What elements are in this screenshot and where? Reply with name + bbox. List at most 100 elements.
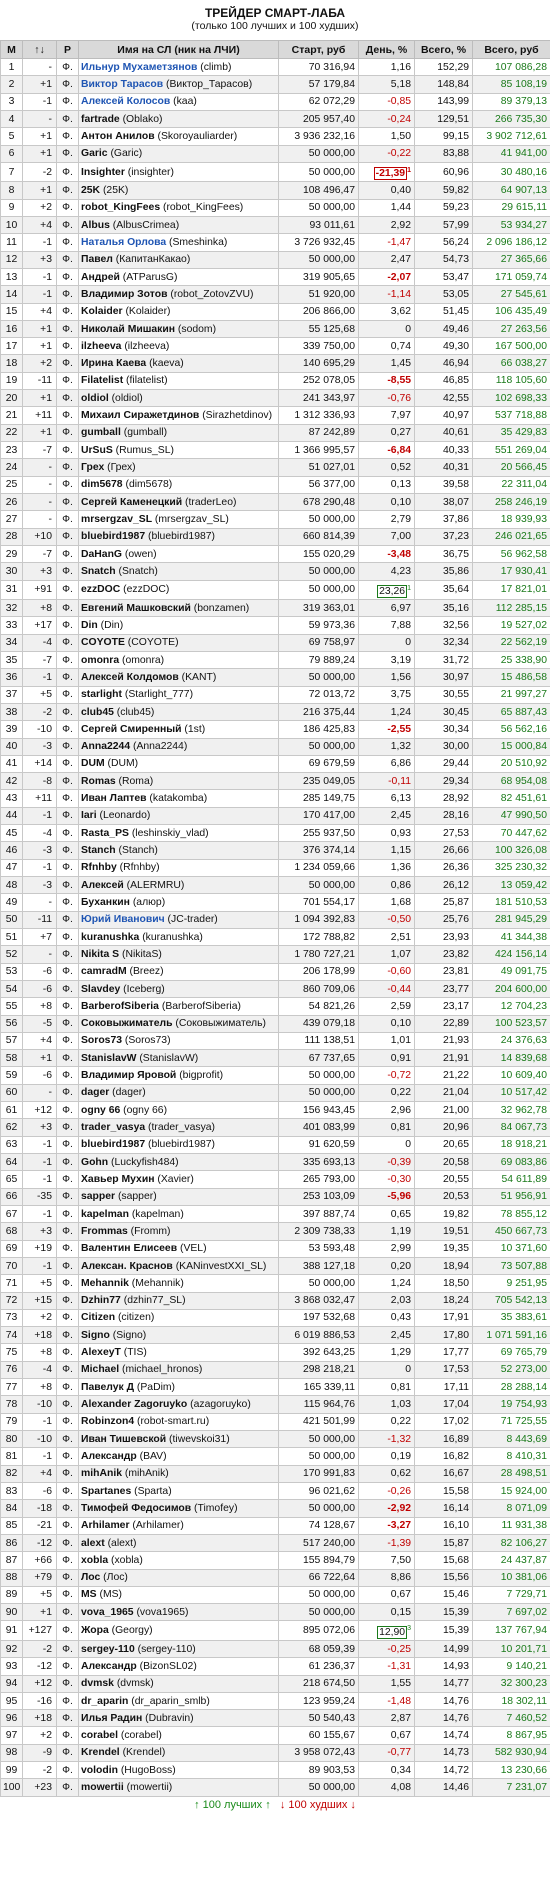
- trader-name-link[interactable]: Frommas: [81, 1226, 128, 1237]
- trader-name-link[interactable]: Евгений Машковский: [81, 603, 191, 614]
- trader-name-link[interactable]: xobla: [81, 1555, 108, 1566]
- trader-name-link[interactable]: Валентин Елисеев: [81, 1243, 177, 1254]
- trader-name-link[interactable]: Павелук Д: [81, 1382, 134, 1393]
- trader-name-link[interactable]: Андрей: [81, 272, 120, 283]
- trader-name-link[interactable]: Лос: [81, 1572, 100, 1583]
- trader-name-link[interactable]: Буханкин: [81, 897, 130, 908]
- trader-name-link[interactable]: Filatelist: [81, 375, 123, 386]
- col-header-start[interactable]: Старт, руб: [278, 40, 359, 59]
- trader-name-link[interactable]: Garic: [81, 148, 108, 159]
- trader-name-link[interactable]: Arhilamer: [81, 1520, 130, 1531]
- trader-name-link[interactable]: bluebird1987: [81, 1139, 145, 1150]
- trader-name-link[interactable]: fartrade: [81, 114, 120, 125]
- trader-name-link[interactable]: Soros73: [81, 1035, 122, 1046]
- trader-name-link[interactable]: Алексей Колдомов: [81, 672, 179, 683]
- trader-name-link[interactable]: Ильнур Мухаметзянов: [81, 62, 197, 73]
- trader-name-link[interactable]: mihAnik: [81, 1468, 122, 1479]
- trader-name-link[interactable]: Citizen: [81, 1312, 115, 1323]
- trader-name-link[interactable]: Владимир Зотов: [81, 289, 167, 300]
- trader-name-link[interactable]: Михаил Сиражетдинов: [81, 410, 199, 421]
- trader-name-link[interactable]: Spartanes: [81, 1486, 131, 1497]
- trader-name-link[interactable]: robot_KingFees: [81, 202, 160, 213]
- trader-name-link[interactable]: Romas: [81, 776, 116, 787]
- trader-name-link[interactable]: Грех: [81, 462, 104, 473]
- col-header-change[interactable]: ↑↓: [22, 40, 57, 59]
- trader-name-link[interactable]: alext: [81, 1538, 105, 1549]
- trader-name-link[interactable]: BarberofSiberia: [81, 1001, 159, 1012]
- trader-name-link[interactable]: ogny 66: [81, 1105, 120, 1116]
- trader-name-link[interactable]: ilzheeva: [81, 341, 121, 352]
- trader-name-link[interactable]: starlight: [81, 689, 122, 700]
- trader-name-link[interactable]: club45: [81, 707, 114, 718]
- trader-name-link[interactable]: Наталья Орлова: [81, 237, 166, 248]
- footer-top-link[interactable]: ↑ 100 лучших ↑: [194, 1799, 271, 1811]
- trader-name-link[interactable]: volodin: [81, 1765, 118, 1776]
- trader-name-link[interactable]: Stanch: [81, 845, 116, 856]
- trader-name-link[interactable]: ezzDOC: [81, 584, 120, 595]
- trader-name-link[interactable]: Александр: [81, 1451, 137, 1462]
- trader-name-link[interactable]: Илья Радин: [81, 1713, 142, 1724]
- trader-name-link[interactable]: sapper: [81, 1191, 115, 1202]
- trader-name-link[interactable]: Mehannik: [81, 1278, 129, 1289]
- trader-name-link[interactable]: MS: [81, 1589, 97, 1600]
- trader-name-link[interactable]: Nikita S: [81, 949, 119, 960]
- trader-name-link[interactable]: Signo: [81, 1330, 110, 1341]
- trader-name-link[interactable]: Владимир Яровой: [81, 1070, 176, 1081]
- trader-name-link[interactable]: gumball: [81, 427, 121, 438]
- trader-name-link[interactable]: oldiol: [81, 393, 109, 404]
- trader-name-link[interactable]: mrsergzav_SL: [81, 514, 152, 525]
- trader-name-link[interactable]: trader_vasya: [81, 1122, 145, 1133]
- col-header-p[interactable]: Р: [56, 40, 79, 59]
- trader-name-link[interactable]: Иван Тишевской: [81, 1434, 166, 1445]
- trader-name-link[interactable]: DaHanG: [81, 549, 122, 560]
- col-header-total-pct[interactable]: Всего, %: [414, 40, 473, 59]
- trader-name-link[interactable]: Жора: [81, 1625, 109, 1636]
- trader-name-link[interactable]: 25K: [81, 185, 100, 196]
- col-header-day[interactable]: День, %: [358, 40, 415, 59]
- trader-name-link[interactable]: sergey-110: [81, 1644, 135, 1655]
- trader-name-link[interactable]: Виктор Тарасов: [81, 79, 163, 90]
- trader-name-link[interactable]: dvmsk: [81, 1678, 114, 1689]
- trader-name-link[interactable]: COYOTE: [81, 637, 125, 648]
- trader-name-link[interactable]: dr_aparin: [81, 1696, 128, 1707]
- trader-name-link[interactable]: vova_1965: [81, 1607, 134, 1618]
- trader-name-link[interactable]: Anna2244: [81, 741, 130, 752]
- trader-name-link[interactable]: Иван Лаптев: [81, 793, 147, 804]
- col-header-name[interactable]: Имя на СЛ (ник на ЛЧИ): [78, 40, 279, 59]
- trader-name-link[interactable]: Robinzon4: [81, 1416, 134, 1427]
- footer-bottom-link[interactable]: ↓ 100 худших ↓: [280, 1799, 356, 1811]
- trader-name-link[interactable]: Алексей Колосов: [81, 96, 170, 107]
- trader-name-link[interactable]: Gohn: [81, 1157, 108, 1168]
- trader-name-link[interactable]: Павел: [81, 254, 113, 265]
- col-header-total-rub[interactable]: Всего, руб: [472, 40, 550, 59]
- trader-name-link[interactable]: Rasta_PS: [81, 828, 129, 839]
- trader-name-link[interactable]: Kolaider: [81, 306, 123, 317]
- trader-name-link[interactable]: Slavdey: [81, 984, 120, 995]
- trader-name-link[interactable]: Александр: [81, 1661, 137, 1672]
- trader-name-link[interactable]: kapelman: [81, 1209, 129, 1220]
- trader-name-link[interactable]: Krendel: [81, 1747, 120, 1758]
- trader-name-link[interactable]: corabel: [81, 1730, 118, 1741]
- trader-name-link[interactable]: dager: [81, 1087, 109, 1098]
- trader-name-link[interactable]: Сергей Каменецкий: [81, 497, 182, 508]
- trader-name-link[interactable]: AlexeyT: [81, 1347, 121, 1358]
- trader-name-link[interactable]: Dzhin77: [81, 1295, 121, 1306]
- trader-name-link[interactable]: Alexander Zagoruyko: [81, 1399, 187, 1410]
- trader-name-link[interactable]: Michael: [81, 1364, 119, 1375]
- trader-name-link[interactable]: Соковыжиматель: [81, 1018, 172, 1029]
- trader-name-link[interactable]: Rfnhby: [81, 862, 117, 873]
- trader-name-link[interactable]: Ирина Каева: [81, 358, 146, 369]
- trader-name-link[interactable]: Алексей: [81, 880, 124, 891]
- trader-name-link[interactable]: Snatch: [81, 566, 116, 577]
- trader-name-link[interactable]: Iari: [81, 810, 97, 821]
- trader-name-link[interactable]: Din: [81, 620, 98, 631]
- trader-name-link[interactable]: StanislavW: [81, 1053, 136, 1064]
- trader-name-link[interactable]: Сергей Смиренный: [81, 724, 182, 735]
- trader-name-link[interactable]: Антон Анилов: [81, 131, 155, 142]
- trader-name-link[interactable]: Алексан. Краснов: [81, 1261, 173, 1272]
- trader-name-link[interactable]: dim5678: [81, 479, 123, 490]
- trader-name-link[interactable]: DUM: [81, 758, 105, 769]
- trader-name-link[interactable]: Insighter: [81, 167, 125, 178]
- trader-name-link[interactable]: Albus: [81, 220, 110, 231]
- trader-name-link[interactable]: Николай Мишакин: [81, 324, 175, 335]
